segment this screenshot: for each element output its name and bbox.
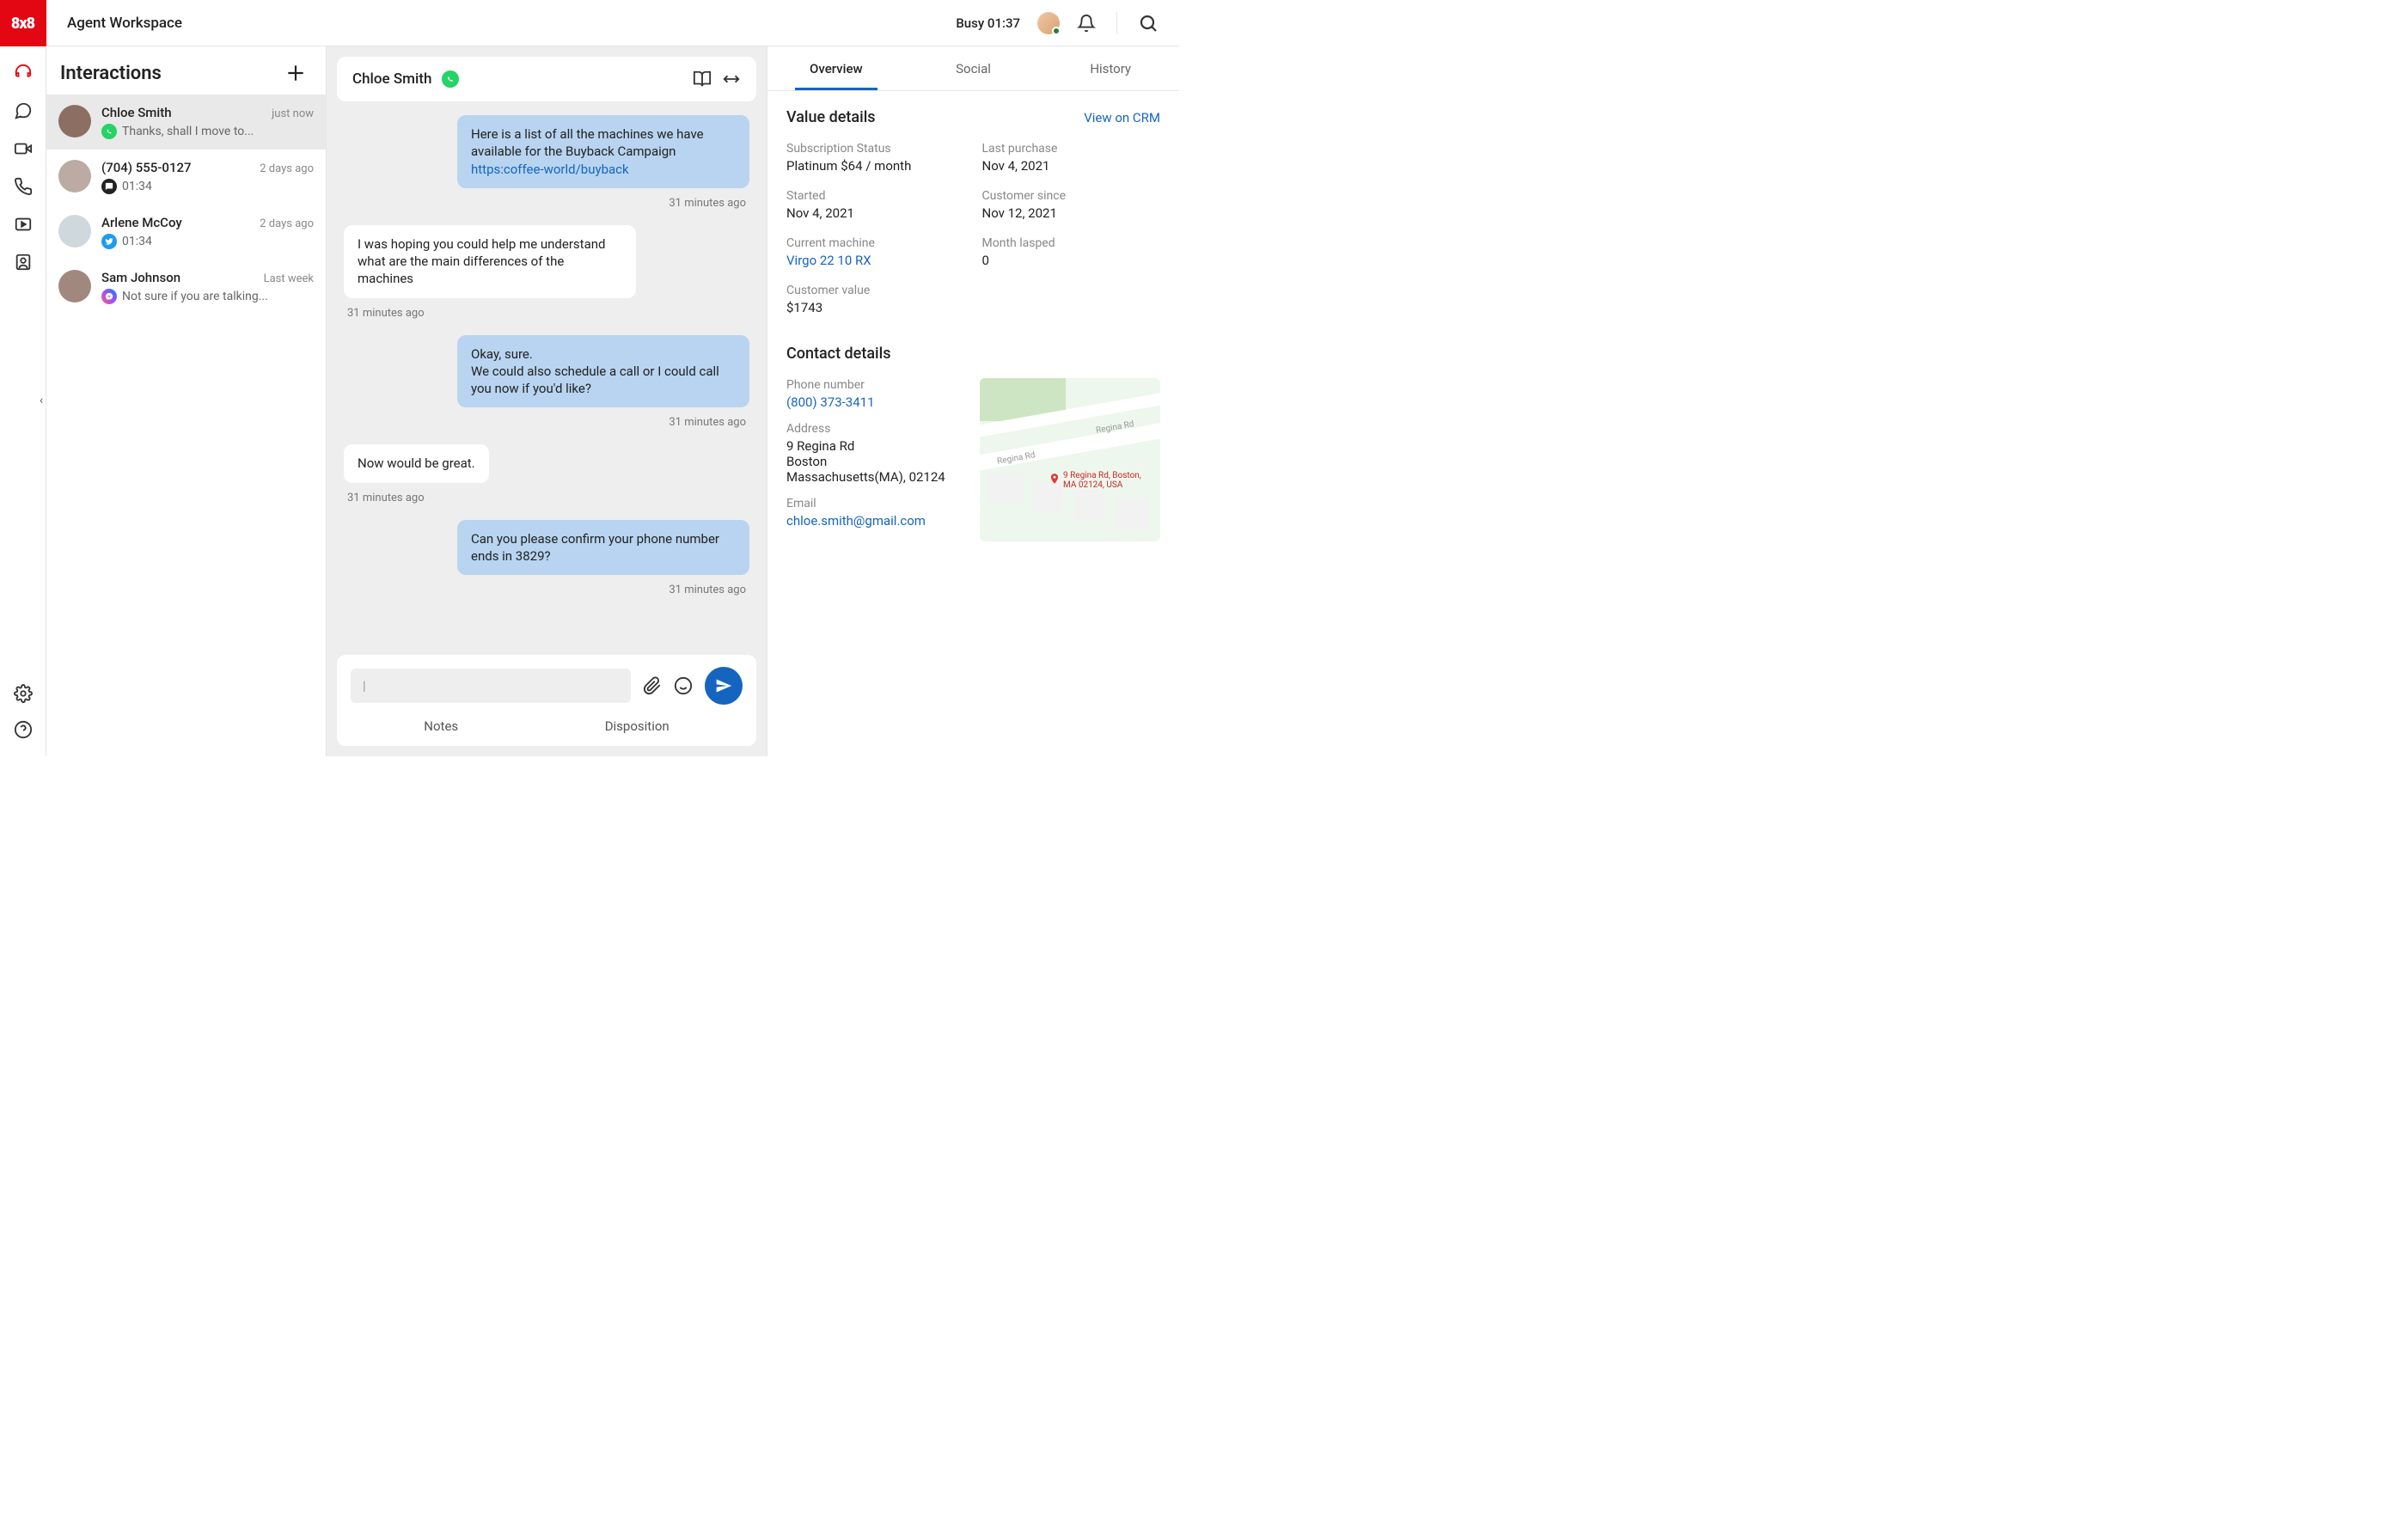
left-rail: 8x8 bbox=[0, 0, 46, 756]
preview-text: 01:34 bbox=[122, 235, 152, 248]
chat-icon[interactable] bbox=[14, 101, 33, 120]
preview-text: Not sure if you are talking... bbox=[122, 290, 268, 303]
search-icon[interactable] bbox=[1138, 13, 1159, 34]
chat-message-out: Can you please confirm your phone number… bbox=[457, 520, 749, 576]
help-icon[interactable] bbox=[14, 720, 33, 739]
page-title: Agent Workspace bbox=[67, 15, 939, 32]
value-details-title: Value details bbox=[786, 108, 876, 126]
chat-panel: Chloe Smith Here is a list of all the ma… bbox=[327, 46, 767, 756]
attachment-icon[interactable] bbox=[643, 676, 662, 695]
view-crm-link[interactable]: View on CRM bbox=[1084, 110, 1160, 125]
presence-dot bbox=[1052, 27, 1061, 35]
transfer-icon[interactable] bbox=[722, 70, 741, 89]
message-timestamp: 31 minutes ago bbox=[347, 492, 425, 504]
timestamp: Last week bbox=[264, 272, 314, 285]
message-timestamp: 31 minutes ago bbox=[669, 416, 746, 429]
brand-logo: 8x8 bbox=[0, 0, 46, 46]
machine-link[interactable]: Virgo 22 10 RX bbox=[786, 253, 965, 268]
tab-history[interactable]: History bbox=[1042, 46, 1179, 90]
agent-status[interactable]: Busy 01:37 bbox=[956, 15, 1020, 31]
top-bar: Agent Workspace Busy 01:37 bbox=[46, 0, 1179, 46]
timestamp: 2 days ago bbox=[260, 162, 314, 175]
voicemail-icon[interactable] bbox=[14, 215, 33, 234]
email-link[interactable]: chloe.smith@gmail.com bbox=[786, 513, 966, 529]
composer: Notes Disposition bbox=[337, 655, 756, 746]
phone-link[interactable]: (800) 373-3411 bbox=[786, 394, 966, 410]
notes-tab[interactable]: Notes bbox=[424, 718, 458, 734]
phone-icon[interactable] bbox=[14, 177, 33, 196]
chat-message-in: I was hoping you could help me understan… bbox=[344, 225, 636, 298]
avatar bbox=[58, 270, 91, 302]
chat-messages: Here is a list of all the machines we ha… bbox=[337, 101, 756, 655]
timestamp: just now bbox=[272, 107, 314, 120]
preview-text: Thanks, shall I move to... bbox=[122, 125, 254, 138]
message-timestamp: 31 minutes ago bbox=[669, 197, 746, 210]
whatsapp-icon bbox=[442, 70, 459, 88]
agent-avatar[interactable] bbox=[1037, 12, 1060, 34]
timestamp: 2 days ago bbox=[260, 217, 314, 230]
chat-message-in: Now would be great. bbox=[344, 444, 489, 482]
collapse-handle[interactable]: ‹ bbox=[40, 394, 43, 407]
separator bbox=[1116, 12, 1117, 34]
preview-text: 01:34 bbox=[122, 180, 152, 193]
chat-contact-name: Chloe Smith bbox=[352, 70, 431, 88]
map-pin: 9 Regina Rd, Boston, MA 02124, USA bbox=[1049, 471, 1141, 490]
contact-name: (704) 555-0127 bbox=[101, 160, 192, 175]
map-thumbnail[interactable]: Regina Rd Regina Rd 9 Regina Rd, Boston,… bbox=[980, 378, 1160, 541]
settings-icon[interactable] bbox=[14, 684, 33, 703]
address-value: 9 Regina Rd Boston Massachusetts(MA), 02… bbox=[786, 438, 966, 485]
interactions-title: Interactions bbox=[60, 63, 162, 84]
interaction-item[interactable]: Chloe Smith just now Thanks, shall I move … bbox=[46, 95, 326, 150]
contact-name: Chloe Smith bbox=[101, 105, 172, 120]
bell-icon[interactable] bbox=[1077, 14, 1096, 33]
contact-name: Arlene McCoy bbox=[101, 215, 182, 230]
interaction-item[interactable]: (704) 555-0127 2 days ago 01:34 bbox=[46, 150, 326, 205]
contact-name: Sam Johnson bbox=[101, 270, 180, 285]
chat-message-out: Okay, sure.We could also schedule a call… bbox=[457, 335, 749, 408]
message-input[interactable] bbox=[351, 669, 631, 703]
chat-header: Chloe Smith bbox=[337, 57, 756, 101]
send-button[interactable] bbox=[705, 667, 743, 705]
avatar bbox=[58, 215, 91, 248]
message-timestamp: 31 minutes ago bbox=[347, 307, 425, 320]
chat-message-out: Here is a list of all the machines we ha… bbox=[457, 115, 749, 188]
interactions-panel: Interactions Chloe Smith just now Thanks, … bbox=[46, 46, 327, 756]
headset-icon[interactable] bbox=[14, 64, 33, 82]
message-link[interactable]: https:coffee-world/buyback bbox=[471, 162, 629, 177]
contact-details-title: Contact details bbox=[786, 345, 890, 363]
interaction-item[interactable]: Arlene McCoy 2 days ago 01:34 bbox=[46, 205, 326, 260]
message-timestamp: 31 minutes ago bbox=[669, 584, 746, 596]
video-icon[interactable] bbox=[14, 139, 33, 158]
book-icon[interactable] bbox=[693, 70, 712, 89]
avatar bbox=[58, 160, 91, 192]
interaction-item[interactable]: Sam Johnson Last week Not sure if you are … bbox=[46, 260, 326, 315]
tab-social[interactable]: Social bbox=[905, 46, 1043, 90]
tab-overview[interactable]: Overview bbox=[767, 46, 905, 90]
add-interaction-button[interactable] bbox=[284, 62, 307, 84]
details-panel: Overview Social History Value details Vi… bbox=[767, 46, 1179, 756]
avatar bbox=[58, 105, 91, 138]
contacts-icon[interactable] bbox=[14, 253, 33, 272]
emoji-icon[interactable] bbox=[674, 676, 693, 695]
disposition-tab[interactable]: Disposition bbox=[605, 718, 670, 734]
